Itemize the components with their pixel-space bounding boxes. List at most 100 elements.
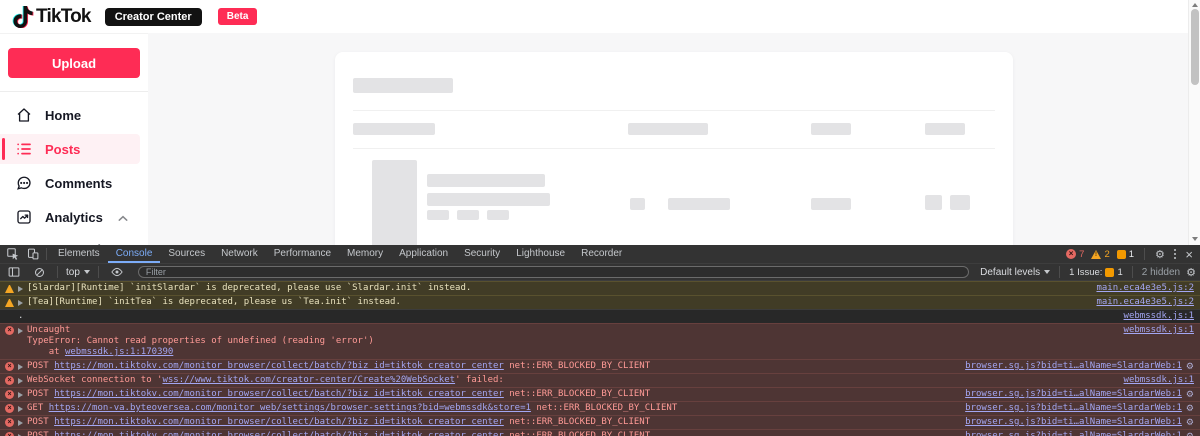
chevron-down-icon [83, 270, 90, 274]
tab-performance[interactable]: Performance [266, 245, 339, 263]
scrollbar-down-arrow[interactable] [1192, 237, 1198, 241]
close-devtools-icon[interactable]: × [1185, 248, 1193, 261]
gear-icon[interactable]: ⚙ [1186, 432, 1194, 436]
issues-count-badge[interactable]: 1 [1116, 249, 1134, 260]
source-location-link[interactable]: main.eca4e3e5.js:2 [1096, 283, 1194, 294]
console-text: GET https://mon-va.byteoversea.com/monit… [27, 403, 677, 414]
console-row-error: × Uncaught TypeError: Cannot read properti… [0, 323, 1200, 359]
error-icon: × [5, 376, 14, 385]
skeleton-bar [925, 123, 965, 135]
tab-console[interactable]: Console [108, 245, 161, 263]
gear-icon[interactable]: ⚙ [1186, 362, 1194, 372]
live-expression-eye-icon[interactable] [107, 263, 127, 282]
tiktok-creator-center-page: TikTok Creator Center Beta Upload Home P… [0, 0, 1200, 245]
main-content [148, 33, 1200, 245]
console-sidebar-icon[interactable] [4, 263, 24, 282]
console-settings-gear-icon[interactable]: ⚙ [1186, 267, 1196, 278]
console-text: [Tea][Runtime] `initTea` is deprecated, … [27, 297, 401, 308]
console-fragment: at [27, 347, 65, 357]
expand-triangle-icon[interactable] [18, 391, 23, 398]
tiktok-wordmark: TikTok [36, 5, 91, 27]
inspect-element-icon[interactable] [3, 245, 23, 264]
expand-triangle-icon[interactable] [18, 327, 23, 334]
toolbar-separator [46, 248, 47, 260]
source-location-link[interactable]: browser.sg.js?bid=ti…alName=SlardarWeb:1 [965, 403, 1182, 414]
chevron-down-icon [1044, 270, 1051, 274]
warning-count-badge[interactable]: 2 [1091, 249, 1110, 260]
console-filter-input[interactable] [137, 266, 970, 278]
console-url-link[interactable]: https://mon.tiktokv.com/monitor_browser/… [54, 431, 504, 436]
skeleton-bar [628, 123, 708, 135]
error-icon: × [5, 362, 14, 371]
expand-triangle-icon[interactable] [18, 299, 23, 306]
console-fragment: POST [27, 431, 55, 436]
source-location-link[interactable]: webmssdk.js:1 [1124, 311, 1194, 322]
console-url-link[interactable]: webmssdk.js:1:170390 [65, 347, 173, 357]
console-message: × Uncaught TypeError: Cannot read properti… [5, 325, 374, 358]
console-url-link[interactable]: https://mon.tiktokv.com/monitor_browser/… [54, 361, 504, 371]
gear-icon[interactable]: ⚙ [1186, 418, 1194, 428]
console-url-link[interactable]: https://mon.tiktokv.com/monitor_browser/… [54, 389, 504, 399]
clear-console-icon[interactable] [29, 263, 49, 282]
devtools-tabbar: Elements Console Sources Network Perform… [0, 245, 1200, 264]
scrollbar-up-arrow[interactable] [1192, 3, 1198, 7]
sidebar-item-comments[interactable]: Comments [0, 168, 140, 198]
tab-recorder[interactable]: Recorder [573, 245, 630, 263]
sidebar-item-posts[interactable]: Posts [0, 134, 140, 164]
expand-triangle-icon[interactable] [18, 285, 23, 292]
device-toolbar-icon[interactable] [23, 245, 43, 264]
console-message: × POST https://mon.tiktokv.com/monitor_br… [5, 361, 650, 372]
chevron-up-icon[interactable] [118, 210, 128, 225]
sidebar-item-analytics[interactable]: Analytics [0, 202, 140, 232]
upload-button[interactable]: Upload [8, 48, 140, 78]
expand-triangle-icon[interactable] [18, 377, 23, 384]
comments-icon [15, 175, 32, 192]
expand-triangle-icon[interactable] [18, 363, 23, 370]
tab-network[interactable]: Network [213, 245, 266, 263]
source-location-link[interactable]: main.eca4e3e5.js:2 [1096, 297, 1194, 308]
source-location-link[interactable]: webmssdk.js:1 [1124, 325, 1194, 336]
screen: TikTok Creator Center Beta Upload Home P… [0, 0, 1200, 436]
console-url-link[interactable]: https://mon-va.byteoversea.com/monitor_w… [49, 403, 531, 413]
skeleton-post-row [353, 149, 995, 245]
settings-gear-icon[interactable]: ⚙ [1155, 249, 1165, 260]
tab-application[interactable]: Application [391, 245, 456, 263]
more-options-icon[interactable] [1172, 247, 1179, 262]
source-location-link[interactable]: browser.sg.js?bid=ti…alName=SlardarWeb:1 [965, 389, 1182, 400]
gear-icon[interactable]: ⚙ [1186, 390, 1194, 400]
tab-lighthouse[interactable]: Lighthouse [508, 245, 573, 263]
skeleton-bar [630, 198, 645, 210]
warning-icon [5, 284, 14, 293]
page-scrollbar[interactable] [1188, 0, 1200, 245]
source-location-link[interactable]: browser.sg.js?bid=ti…alName=SlardarWeb:1 [965, 417, 1182, 428]
console-toolbar: top Default levels 1 Issue: 1 [0, 264, 1200, 281]
tab-sources[interactable]: Sources [160, 245, 213, 263]
skeleton-bar [353, 123, 435, 135]
sidebar-item-label: Analytics [45, 209, 103, 225]
source-location-link[interactable]: webmssdk.js:1 [1124, 375, 1194, 386]
tab-memory[interactable]: Memory [339, 245, 391, 263]
tab-elements[interactable]: Elements [50, 245, 108, 263]
issues-link[interactable]: 1 Issue: 1 [1069, 267, 1123, 278]
sidebar-item-label: Comments [45, 175, 113, 191]
expand-triangle-icon[interactable] [18, 405, 23, 412]
error-icon: × [1066, 249, 1077, 259]
source-location-link[interactable]: browser.sg.js?bid=ti…alName=SlardarWeb:1 [965, 431, 1182, 436]
source-location-link[interactable]: browser.sg.js?bid=ti…alName=SlardarWeb:1 [965, 361, 1182, 372]
error-count-badge[interactable]: × 7 [1066, 249, 1084, 260]
sidebar-subitem-key-metrics[interactable]: Key metrics [0, 243, 148, 245]
console-url-link[interactable]: wss://www.tiktok.com/creator-center/Crea… [162, 375, 455, 385]
tiktok-logo[interactable]: TikTok [12, 5, 91, 28]
analytics-icon [15, 209, 32, 226]
sidebar-item-home[interactable]: Home [0, 100, 140, 130]
expand-triangle-icon[interactable] [18, 419, 23, 426]
console-message: × WebSocket connection to 'wss://www.tikt… [5, 375, 504, 386]
log-levels-select[interactable]: Default levels [980, 267, 1051, 278]
javascript-context-select[interactable]: top [66, 267, 90, 278]
scrollbar-thumb[interactable] [1191, 9, 1199, 85]
console-url-link[interactable]: https://mon.tiktokv.com/monitor_browser/… [54, 417, 504, 427]
gear-icon[interactable]: ⚙ [1186, 404, 1194, 414]
console-fragment: . [18, 311, 24, 321]
tab-security[interactable]: Security [456, 245, 508, 263]
error-icon: × [5, 390, 14, 399]
